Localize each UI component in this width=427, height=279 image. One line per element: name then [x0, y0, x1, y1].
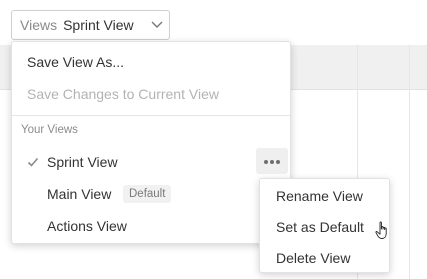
chevron-down-icon [151, 21, 163, 28]
set-as-default-label: Set as Default [276, 218, 364, 235]
save-view-as-item[interactable]: Save View As... [12, 46, 290, 78]
view-name: Main View [47, 186, 112, 202]
more-dot [270, 160, 274, 164]
more-dot [276, 160, 280, 164]
views-label: Views [20, 17, 58, 33]
save-changes-item: Save Changes to Current View [12, 78, 290, 110]
hand-pointer-cursor-icon [375, 221, 387, 239]
view-item-sprint[interactable]: Sprint View [12, 146, 290, 178]
view-options-button[interactable] [256, 148, 288, 174]
more-horizontal-icon [264, 160, 268, 164]
views-dropdown[interactable]: Views Sprint View [11, 10, 170, 40]
column-divider [409, 45, 410, 279]
set-as-default-item[interactable]: Set as Default [260, 211, 389, 242]
rename-view-label: Rename View [276, 187, 363, 204]
rename-view-item[interactable]: Rename View [260, 180, 389, 211]
view-options-menu: Rename View Set as Default Delete View [259, 178, 390, 273]
save-view-as-label: Save View As... [27, 54, 125, 70]
menu-divider [12, 115, 290, 116]
delete-view-item[interactable]: Delete View [260, 242, 389, 273]
current-view-value: Sprint View [63, 17, 134, 33]
delete-view-label: Delete View [276, 249, 351, 266]
view-item-actions[interactable]: Actions View [12, 210, 290, 242]
view-name: Actions View [47, 218, 127, 234]
save-changes-label: Save Changes to Current View [27, 86, 219, 102]
views-menu: Save View As... Save Changes to Current … [11, 41, 291, 244]
view-item-main[interactable]: Main View Default [12, 178, 290, 210]
view-name: Sprint View [47, 154, 118, 170]
your-views-heading: Your Views [21, 124, 78, 136]
default-badge: Default [123, 185, 172, 203]
check-icon [27, 157, 39, 167]
